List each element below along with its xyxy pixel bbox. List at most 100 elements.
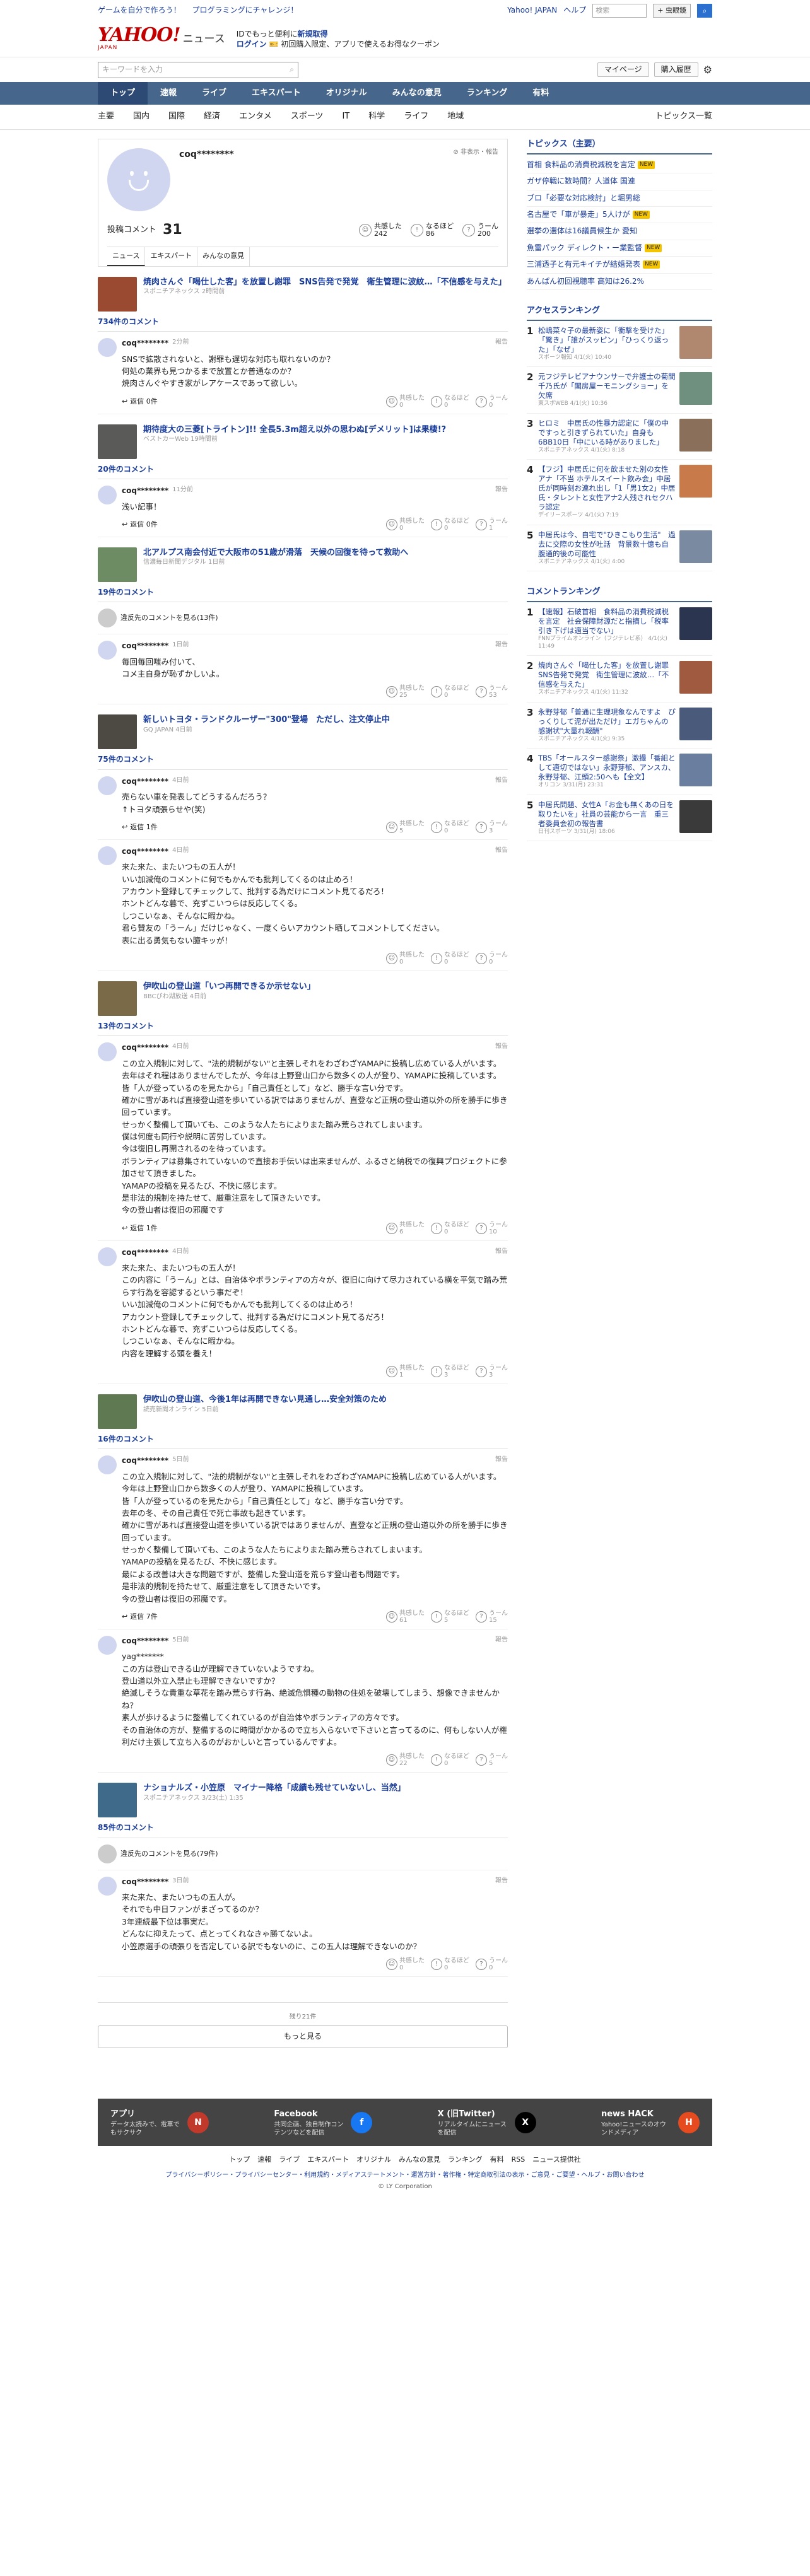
nav-breaking[interactable]: 速報 bbox=[148, 82, 189, 105]
article-title[interactable]: 焼肉さんぐ「喝仕した客」を放置し謝罪 SNS告発で発覚 衛生管理に波紋…「不信感… bbox=[143, 277, 507, 288]
avatar[interactable] bbox=[98, 486, 117, 505]
reaction-empathy-button[interactable]: ☺ 共感した 22 bbox=[386, 1753, 425, 1767]
help-link[interactable]: ヘルプ bbox=[563, 5, 586, 16]
show-more-comments[interactable]: 違反先のコメントを見る(79件) bbox=[98, 1838, 508, 1870]
nav-original[interactable]: オリジナル bbox=[314, 82, 380, 105]
ranking-item[interactable]: 1 松嶋菜々子の最新姿に「衝撃を受けた」「驚き」「誰がスッピン」「ひっくり返った」… bbox=[527, 321, 712, 368]
reaction-hmm-button[interactable]: ? うーん 53 bbox=[476, 685, 508, 699]
register-link[interactable]: 新規取得 bbox=[298, 30, 328, 38]
article-thumbnail[interactable] bbox=[98, 1394, 137, 1430]
report-link[interactable]: 報告 bbox=[495, 641, 508, 651]
cat-main[interactable]: 主要 bbox=[98, 111, 114, 123]
reaction-empathy-button[interactable]: ☺ 共感した 5 bbox=[386, 820, 425, 834]
reaction-empathy-button[interactable]: ☺ 共感した 61 bbox=[386, 1610, 425, 1624]
nav-live[interactable]: ライブ bbox=[189, 82, 239, 105]
search-icon[interactable]: ⌕ bbox=[697, 4, 712, 18]
comment-author[interactable]: coq******** bbox=[122, 641, 168, 651]
cat-domestic[interactable]: 国内 bbox=[133, 111, 150, 123]
reply-button[interactable]: ↩ 返信 0件 bbox=[122, 397, 158, 407]
tab-expert[interactable]: エキスパート bbox=[145, 247, 198, 266]
footer-nav-item[interactable]: みんなの意見 bbox=[399, 2155, 440, 2164]
topics-list-link[interactable]: トピックス一覧 bbox=[655, 111, 712, 123]
comment-count-link[interactable]: 75件のコメント bbox=[98, 754, 508, 770]
ranking-item[interactable]: 4 TBS「オールスター感謝祭」激撮「番組として適切ではない」永野芽郁、アンスカ、… bbox=[527, 749, 712, 795]
comment-count-link[interactable]: 16件のコメント bbox=[98, 1434, 508, 1450]
footer-nav-item[interactable]: ニュース提供社 bbox=[532, 2155, 580, 2164]
reaction-insight-button[interactable]: ! なるほど 0 bbox=[431, 952, 469, 965]
nav-paid[interactable]: 有料 bbox=[520, 82, 561, 105]
yahoo-logo[interactable]: YAHOO! JAPAN bbox=[98, 26, 181, 52]
footer-nav-item[interactable]: 速報 bbox=[257, 2155, 271, 2164]
nav-ranking[interactable]: ランキング bbox=[454, 82, 520, 105]
reply-button[interactable]: ↩ 返信 1件 bbox=[122, 822, 158, 832]
footer-legal-links[interactable]: プライバシーポリシー・プライバシーセンター・利用規約・メディアステートメント・運… bbox=[0, 2171, 810, 2181]
footer-nav-item[interactable]: エキスパート bbox=[307, 2155, 349, 2164]
article-title[interactable]: ナショナルズ・小笠原 マイナー降格「成績も残せていないし、当然」 bbox=[143, 1783, 406, 1794]
avatar[interactable] bbox=[98, 1042, 117, 1062]
nav-expert[interactable]: エキスパート bbox=[239, 82, 314, 105]
footer-nav-item[interactable]: ランキング bbox=[448, 2155, 483, 2164]
article-thumbnail[interactable] bbox=[98, 276, 137, 312]
reaction-insight-button[interactable]: ! なるほど 0 bbox=[431, 1221, 469, 1235]
topic-item[interactable]: 選挙の選体は16議員候生か 愛知 bbox=[527, 223, 712, 240]
comment-author[interactable]: coq******** bbox=[122, 338, 168, 349]
comment-author[interactable]: coq******** bbox=[122, 776, 168, 787]
cat-sports[interactable]: スポーツ bbox=[291, 111, 324, 123]
reaction-hmm-button[interactable]: ? うーん 15 bbox=[476, 1610, 508, 1624]
reply-button[interactable]: ↩ 返信 1件 bbox=[122, 1223, 158, 1233]
cat-world[interactable]: 国際 bbox=[168, 111, 185, 123]
report-link[interactable]: 報告 bbox=[495, 1247, 508, 1258]
hide-report-link[interactable]: ⊘ 非表示・報告 bbox=[453, 148, 498, 211]
topic-item[interactable]: 首相 食料品の消費税減税を言定 NEW bbox=[527, 157, 712, 174]
article-thumbnail[interactable] bbox=[98, 981, 137, 1016]
avatar[interactable] bbox=[98, 846, 117, 865]
mypage-button[interactable]: マイページ bbox=[597, 62, 649, 78]
reaction-hmm-button[interactable]: ? うーん 1 bbox=[476, 518, 508, 532]
topic-item[interactable]: ブロ「必要な対応検討」と堀男総 bbox=[527, 190, 712, 207]
nav-top[interactable]: トップ bbox=[98, 82, 148, 105]
ranking-item[interactable]: 1 【速報】石破首相 食料品の消費税減税を言定 社会保障財源だと指摘し「税率引き下… bbox=[527, 602, 712, 656]
reaction-insight-button[interactable]: ! なるほど 0 bbox=[431, 1957, 469, 1971]
reaction-empathy-button[interactable]: ☺ 共感した 0 bbox=[386, 395, 425, 409]
reply-button[interactable]: ↩ 返信 7件 bbox=[122, 1612, 158, 1622]
topic-item[interactable]: 三浦透子と有元キイチが結婚発表 NEW bbox=[527, 257, 712, 274]
reply-button[interactable]: ↩ 返信 0件 bbox=[122, 520, 158, 530]
load-more-button[interactable]: もっと見る bbox=[98, 2025, 508, 2048]
comment-author[interactable]: coq******** bbox=[122, 1247, 168, 1258]
comment-count-link[interactable]: 20件のコメント bbox=[98, 464, 508, 480]
avatar[interactable] bbox=[98, 1635, 117, 1655]
reaction-empathy-button[interactable]: ☺ 共感した 1 bbox=[386, 1365, 425, 1378]
article-thumbnail[interactable] bbox=[98, 424, 137, 459]
reaction-empathy-button[interactable]: ☺ 共感した 25 bbox=[386, 685, 425, 699]
reaction-insight-button[interactable]: ! なるほど 0 bbox=[431, 820, 469, 834]
cat-it[interactable]: IT bbox=[342, 111, 349, 123]
ranking-item[interactable]: 3 ヒロミ 中居氏の性暴力認定に「僕の中ですっと引きずられていた」自身も6BB10… bbox=[527, 414, 712, 460]
ranking-item[interactable]: 2 焼肉さんぐ「喝仕した客」を放置し謝罪 SNS告発で発覚 衛生管理に波紋…「不信… bbox=[527, 656, 712, 702]
reaction-insight-button[interactable]: ! なるほど 5 bbox=[431, 1610, 469, 1624]
footer-nav-item[interactable]: RSS bbox=[512, 2155, 525, 2164]
tab-news[interactable]: ニュース bbox=[107, 247, 146, 266]
avatar[interactable] bbox=[98, 776, 117, 795]
tab-opinions[interactable]: みんなの意見 bbox=[197, 247, 250, 266]
footer-app-link[interactable]: アプリ データ太読みで、電車でもサクサク N bbox=[110, 2109, 209, 2137]
ranking-item[interactable]: 4 【フジ】中居氏に何を飲ませた別の女性アナ「不当 ホテルスイート飲み会」中居氏が… bbox=[527, 460, 712, 525]
reaction-empathy-button[interactable]: ☺ 共感した 0 bbox=[386, 952, 425, 965]
reaction-empathy-button[interactable]: ☺ 共感した 0 bbox=[386, 518, 425, 532]
cat-life[interactable]: ライフ bbox=[404, 111, 428, 123]
show-more-comments[interactable]: 違反先のコメントを見る(13件) bbox=[98, 602, 508, 635]
article-title[interactable]: 新しいトヨタ・ランドクルーザー"300"登場 ただし、注文停止中 bbox=[143, 714, 390, 726]
topic-item[interactable]: 名古屋で「車が暴走」5人けが NEW bbox=[527, 207, 712, 224]
comment-author[interactable]: coq******** bbox=[122, 1042, 168, 1053]
reaction-insight-button[interactable]: ! なるほど 3 bbox=[431, 1365, 469, 1378]
article-thumbnail[interactable] bbox=[98, 1783, 137, 1818]
ranking-item[interactable]: 3 永野芽郁「普通に生理現象なんですよ ぴっくりして泥が出ただけ」エガちゃんの感謝… bbox=[527, 702, 712, 749]
reaction-insight-button[interactable]: ! なるほど 0 bbox=[431, 395, 469, 409]
avatar[interactable] bbox=[98, 1247, 117, 1266]
reaction-insight-button[interactable]: ! なるほど 0 bbox=[431, 685, 469, 699]
avatar[interactable] bbox=[98, 338, 117, 358]
cat-local[interactable]: 地域 bbox=[447, 111, 464, 123]
avatar[interactable] bbox=[98, 1455, 117, 1475]
reaction-insight-button[interactable]: ! なるほど 0 bbox=[431, 1753, 469, 1767]
report-link[interactable]: 報告 bbox=[495, 1636, 508, 1646]
promo-link-game[interactable]: ゲームを自分で作ろう！ bbox=[98, 6, 181, 15]
